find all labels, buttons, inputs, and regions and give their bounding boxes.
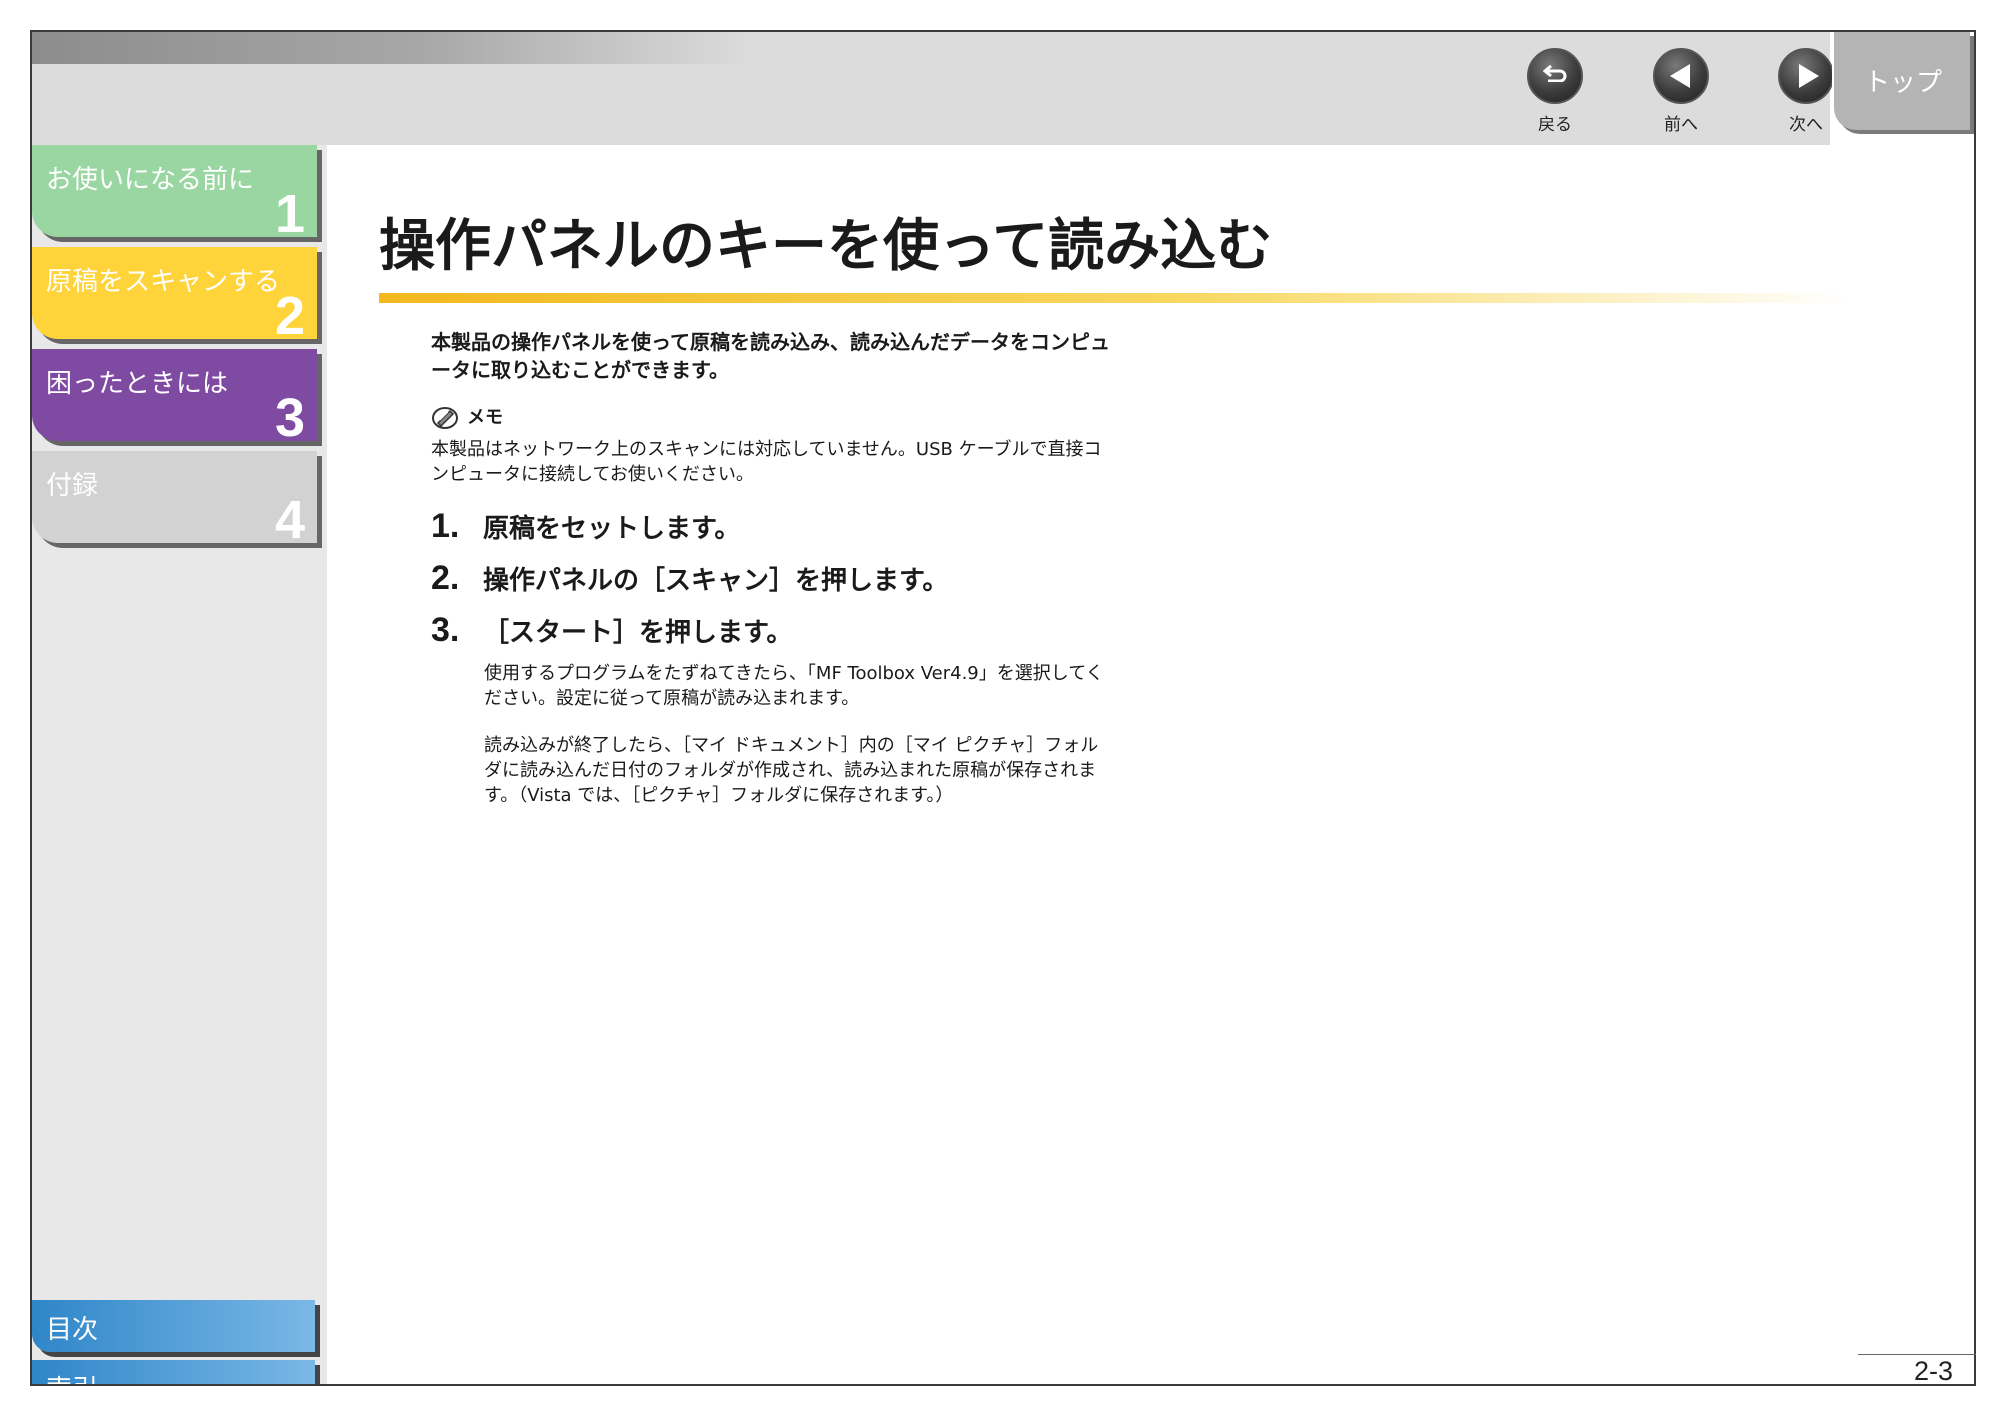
step-3: 3. ［スタート］を押します。 [431,611,792,650]
step-number: 3. [431,611,460,649]
main-content: 操作パネルのキーを使って読み込む 本製品の操作パネルを使って原稿を読み込み、読み… [327,145,1974,1384]
chapter-number: 1 [274,184,305,244]
chapter-tab-2[interactable]: 原稿をスキャンする 2 [32,247,317,346]
top-tab-area: トップ [1832,32,1974,145]
memo-heading: メモ [431,403,503,430]
chapter-number: 3 [274,388,305,448]
step-number: 1. [431,507,460,545]
step-1: 1. 原稿をセットします。 [431,507,740,546]
intro-text: 本製品の操作パネルを使って原稿を読み込み、読み込んだデータをコンピュータに取り込… [431,330,1110,382]
page-title: 操作パネルのキーを使って読み込む [379,214,1273,279]
page-frame: 戻る 前へ 次へ トップ お使いになる前に 1 原稿をスキャンする 2 困ったと… [30,30,1976,1386]
top-label: トップ [1864,68,1943,98]
step-3-paragraph: 使用するプログラムをたずねてきたら、「MF Toolbox Ver4.9」を選択… [484,663,1104,709]
step-number: 2. [431,559,460,597]
step-text: 原稿をセットします。 [483,514,741,544]
arrow-left-icon [1653,48,1709,104]
header-bar: 戻る 前へ 次へ [32,32,1834,145]
chapter-title: お使いになる前に [46,165,255,195]
chapter-number: 2 [274,286,305,346]
toc-button[interactable]: 目次 [32,1300,315,1352]
step-text: ［スタート］を押します。 [483,618,793,648]
sidebar: お使いになる前に 1 原稿をスキャンする 2 困ったときには 3 付録 4 目次… [32,145,327,1384]
page-number: 2-3 [1914,1356,1954,1386]
back-icon [1527,48,1583,104]
title-underline [379,293,1849,303]
back-label: 戻る [1538,115,1572,135]
index-button[interactable]: 索引 [32,1360,315,1384]
memo-text: 本製品はネットワーク上のスキャンには対応していません。USB ケーブルで直接コン… [431,439,1102,485]
pencil-icon [432,407,458,429]
chapter-tab-4[interactable]: 付録 4 [32,451,317,550]
header-strip [32,32,752,64]
memo-label: メモ [467,407,503,428]
index-label: 索引 [46,1369,98,1384]
prev-label: 前へ [1664,115,1698,135]
chapter-title: 付録 [46,471,99,501]
chapter-number: 4 [274,490,305,550]
toc-label: 目次 [46,1315,99,1345]
chapter-title: 困ったときには [46,369,229,399]
arrow-right-icon [1778,48,1834,104]
page-number-rule [1858,1354,1976,1355]
chapter-tab-3[interactable]: 困ったときには 3 [32,349,317,448]
chapter-tab-1[interactable]: お使いになる前に 1 [32,145,317,244]
step-2: 2. 操作パネルの［スキャン］を押します。 [431,559,948,598]
back-button[interactable]: 戻る [1510,48,1600,135]
prev-button[interactable]: 前へ [1636,48,1726,135]
step-text: 操作パネルの［スキャン］を押します。 [483,566,949,596]
top-button[interactable]: トップ [1834,32,1970,130]
step-3-paragraph: 読み込みが終了したら、［マイ ドキュメント］内の［マイ ピクチャ］フォルダに読み… [484,735,1099,806]
chapter-title: 原稿をスキャンする [46,267,281,297]
